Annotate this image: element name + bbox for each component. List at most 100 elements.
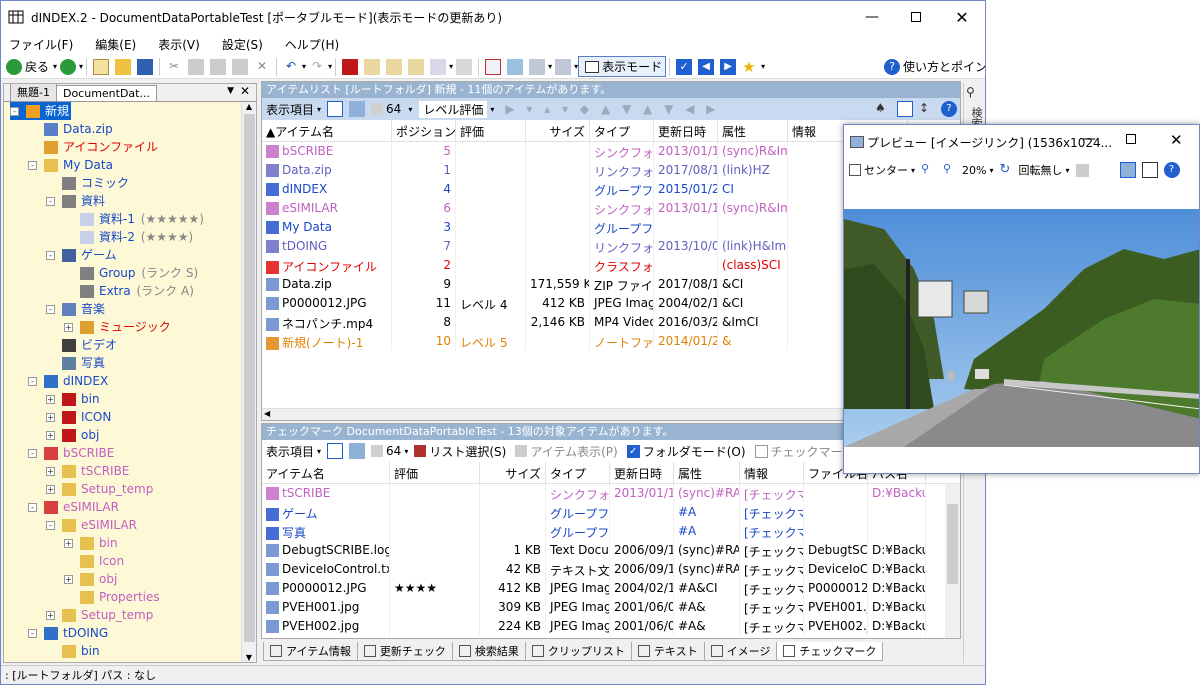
tree-item[interactable]: + tSCRIBE bbox=[46, 462, 131, 480]
minimize-button[interactable]: — bbox=[849, 1, 895, 33]
tree-item[interactable]: - dINDEX bbox=[28, 372, 110, 390]
tree-item[interactable]: Data.zip bbox=[28, 120, 115, 138]
paste-icon[interactable] bbox=[210, 58, 227, 75]
tree-item[interactable]: - 音楽 bbox=[46, 300, 107, 318]
expander-icon[interactable]: + bbox=[46, 611, 55, 620]
tree-item[interactable]: + ミュージック bbox=[64, 318, 173, 336]
columns-button[interactable]: 表示項目 bbox=[266, 101, 314, 118]
item-view-button[interactable]: アイテム表示(P) bbox=[530, 443, 617, 460]
rotate-select[interactable]: 回転無し bbox=[1018, 162, 1062, 178]
list-select-icon[interactable] bbox=[414, 445, 427, 457]
tree-item[interactable]: Icon bbox=[64, 552, 126, 570]
tree-item[interactable]: + obj bbox=[64, 570, 119, 588]
search-doc-icon[interactable] bbox=[430, 58, 447, 75]
list-select-button[interactable]: リスト選択(S) bbox=[429, 443, 506, 460]
tab-untitled[interactable]: 無題-1 bbox=[10, 84, 57, 101]
help-button[interactable]: 使い方とポイント bbox=[903, 58, 985, 75]
expander-icon[interactable]: - bbox=[46, 197, 55, 206]
pane-help-icon[interactable]: ? bbox=[941, 101, 957, 117]
back-button[interactable]: 戻る bbox=[25, 58, 49, 75]
expander-icon[interactable]: - bbox=[46, 305, 55, 314]
column-header[interactable]: 属性 bbox=[718, 120, 788, 141]
save-icon[interactable] bbox=[137, 58, 154, 75]
expander-icon[interactable]: + bbox=[64, 575, 73, 584]
maximize-button[interactable] bbox=[893, 1, 939, 33]
expander-icon[interactable]: - bbox=[28, 449, 37, 458]
sort-icon[interactable]: ♠ bbox=[875, 101, 891, 117]
fit-icon[interactable] bbox=[1075, 163, 1089, 177]
zoom-in-icon[interactable]: ⚲ bbox=[921, 162, 937, 178]
column-header[interactable]: ポジション bbox=[392, 120, 456, 141]
preview-minimize-button[interactable]: — bbox=[1082, 131, 1096, 147]
tree-item[interactable]: + bin bbox=[64, 534, 120, 552]
expander-icon[interactable]: + bbox=[46, 485, 55, 494]
column-header[interactable]: 情報 bbox=[740, 462, 804, 483]
expander-icon[interactable]: - bbox=[28, 503, 37, 512]
tree-item[interactable]: + bin bbox=[46, 390, 102, 408]
tree-item[interactable]: - ゲーム bbox=[46, 246, 119, 264]
size-value[interactable]: 64 bbox=[386, 102, 401, 116]
tree-item[interactable]: bin bbox=[46, 642, 102, 660]
table-row[interactable]: PVEH001.jpg 309 KBJPEG Image2001/06/02#A&… bbox=[262, 598, 960, 617]
table-row[interactable]: ゲーム グループフォル #A[チェックマーク bbox=[262, 503, 960, 522]
column-header[interactable]: アイテム名 bbox=[262, 462, 390, 483]
layout-icon[interactable] bbox=[529, 58, 546, 75]
image-mode-icon[interactable] bbox=[1119, 162, 1136, 178]
copy-icon[interactable] bbox=[188, 58, 205, 75]
tree-item[interactable]: Extra (ランク A) bbox=[64, 282, 194, 300]
menu-settings[interactable]: 設定(S) bbox=[222, 36, 263, 53]
tree-item[interactable]: ビデオ bbox=[46, 336, 119, 354]
tree-item[interactable]: 資料-2 (★★★★) bbox=[64, 228, 193, 246]
frame-mode-icon[interactable] bbox=[1141, 162, 1158, 178]
level-select[interactable]: レベル評価 bbox=[419, 100, 488, 118]
list-view-icon[interactable] bbox=[327, 101, 344, 117]
tab-menu-icon[interactable]: ▼ bbox=[227, 86, 234, 96]
center-select[interactable]: センター bbox=[864, 162, 908, 178]
sort-order-icon[interactable]: ↕ bbox=[919, 101, 935, 117]
expander-icon[interactable]: - bbox=[28, 377, 37, 386]
redo-icon[interactable]: ↷ bbox=[309, 59, 325, 75]
tree-item[interactable]: Properties bbox=[64, 588, 162, 606]
menu-edit[interactable]: 編集(E) bbox=[95, 36, 136, 53]
check-grid-size-icon[interactable] bbox=[371, 445, 384, 457]
check-image-view-icon[interactable] bbox=[349, 443, 366, 459]
tree-item[interactable]: + ICON bbox=[46, 408, 113, 426]
column-header[interactable]: サイズ bbox=[526, 120, 590, 141]
bottom-tab[interactable]: 更新チェック bbox=[356, 641, 453, 661]
expander-icon[interactable]: + bbox=[64, 323, 73, 332]
check-list-view-icon[interactable] bbox=[327, 443, 344, 459]
tree-item[interactable]: 写真 bbox=[46, 354, 107, 372]
tab-document[interactable]: DocumentDat... bbox=[55, 85, 157, 101]
column-header[interactable]: 評価 bbox=[390, 462, 480, 483]
expander-icon[interactable]: + bbox=[46, 413, 55, 422]
tree-scrollbar[interactable]: ▲ ▼ bbox=[241, 102, 256, 662]
bottom-tab[interactable]: イメージ bbox=[703, 641, 778, 661]
expander-icon[interactable]: + bbox=[64, 539, 73, 548]
expander-icon[interactable]: + bbox=[46, 431, 55, 440]
check-columns-button[interactable]: 表示項目 bbox=[266, 443, 314, 460]
expander-icon[interactable]: + bbox=[46, 467, 55, 476]
check-list-icon[interactable] bbox=[485, 58, 502, 75]
tree-item[interactable]: コミック bbox=[46, 174, 131, 192]
grid-lines-icon[interactable] bbox=[897, 101, 913, 117]
tree-item[interactable]: - eSIMILAR bbox=[46, 516, 139, 534]
rotate-icon[interactable]: ↻ bbox=[999, 162, 1015, 178]
column-header[interactable]: ▲アイテム名 bbox=[262, 120, 392, 141]
tree-item[interactable]: - My Data bbox=[28, 156, 115, 174]
check-size-value[interactable]: 64 bbox=[386, 444, 401, 458]
expander-icon[interactable]: - bbox=[46, 521, 55, 530]
tree-item[interactable]: + Setup_temp bbox=[46, 606, 155, 624]
checkbox-icon[interactable]: ✓ bbox=[676, 58, 693, 75]
tree-item[interactable]: - eSIMILAR bbox=[28, 498, 121, 516]
undo-icon[interactable]: ↶ bbox=[283, 59, 299, 75]
tree-item[interactable]: - bSCRIBE bbox=[28, 444, 116, 462]
column-header[interactable]: 更新日時 bbox=[610, 462, 674, 483]
zoom-icon[interactable]: ⚲ bbox=[943, 162, 959, 178]
image-view-icon[interactable] bbox=[349, 101, 366, 117]
expander-icon[interactable]: - bbox=[28, 161, 37, 170]
open-icon[interactable] bbox=[115, 58, 132, 75]
book-icon[interactable] bbox=[342, 58, 359, 75]
column-header[interactable]: 評価 bbox=[456, 120, 526, 141]
clear-check-checkbox[interactable] bbox=[754, 444, 768, 458]
note-icon[interactable] bbox=[364, 58, 381, 75]
